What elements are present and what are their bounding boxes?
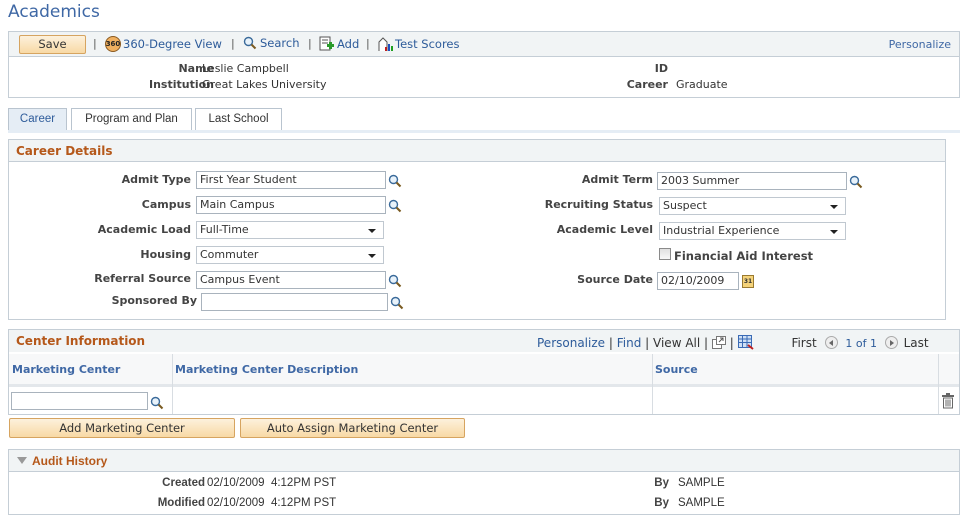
referral-source-lookup-icon[interactable]: [388, 274, 402, 288]
collapse-triangle-icon[interactable]: [17, 457, 27, 464]
separator: |: [645, 336, 650, 350]
campus-lookup-icon[interactable]: [388, 199, 402, 213]
career-details-section: Career Details Admit Type First Year Stu…: [8, 139, 946, 320]
referral-source-input[interactable]: Campus Event: [196, 271, 386, 289]
tab-career[interactable]: Career: [8, 108, 67, 131]
source-date-label: Source Date: [577, 273, 653, 286]
student-header: Name Leslie Campbell Institution Great L…: [8, 57, 960, 98]
sponsored-by-lookup-icon[interactable]: [390, 296, 404, 310]
tab-bar-underline: [8, 130, 960, 133]
delete-row-icon[interactable]: [941, 393, 955, 409]
modified-label: Modified: [157, 497, 205, 509]
created-value: 02/10/2009 4:12PM PST: [207, 477, 337, 489]
academic-level-label: Academic Level: [556, 223, 653, 236]
audit-history-header[interactable]: Audit History: [9, 450, 959, 472]
grid-view-all-link[interactable]: View All: [653, 336, 700, 350]
modified-by-label: By: [654, 497, 669, 509]
personalize-link[interactable]: Personalize: [889, 38, 951, 51]
column-header-marketing-center-description: Marketing Center Description: [172, 354, 652, 387]
search-label: Search: [260, 36, 300, 50]
name-value: Leslie Campbell: [202, 62, 289, 75]
housing-select[interactable]: Commuter: [196, 246, 384, 264]
separator: |: [608, 336, 613, 350]
search-icon: [243, 36, 257, 50]
academic-load-select[interactable]: Full-Time: [196, 221, 384, 239]
tab-last-school[interactable]: Last School: [195, 108, 282, 131]
separator: |: [308, 37, 312, 50]
referral-source-label: Referral Source: [94, 272, 191, 285]
add-document-icon: [319, 36, 334, 51]
created-by-label: By: [654, 477, 669, 489]
column-header-source: Source: [652, 354, 938, 387]
save-button[interactable]: Save: [19, 35, 86, 54]
recruiting-status-select[interactable]: Suspect: [659, 197, 846, 215]
recruiting-status-label: Recruiting Status: [544, 198, 653, 211]
grid-find-link[interactable]: Find: [617, 336, 642, 350]
modified-value: 02/10/2009 4:12PM PST: [207, 497, 337, 509]
first-link[interactable]: First: [791, 336, 816, 350]
360-degree-view-link[interactable]: 360 360-Degree View: [105, 36, 222, 52]
calendar-icon[interactable]: 31: [742, 275, 754, 288]
financial-aid-interest-checkbox[interactable]: [659, 248, 671, 260]
sponsored-by-input[interactable]: [201, 293, 388, 311]
grid-navigation: Personalize | Find | View All | | First …: [537, 335, 929, 350]
test-scores-icon: [378, 37, 393, 51]
new-window-icon[interactable]: [711, 336, 726, 349]
career-label: Career: [626, 78, 668, 91]
academic-load-label: Academic Load: [97, 223, 191, 236]
separator: |: [93, 37, 97, 50]
download-to-excel-icon[interactable]: [737, 335, 754, 350]
search-link[interactable]: Search: [243, 36, 300, 50]
campus-label: Campus: [141, 198, 191, 211]
admit-type-lookup-icon[interactable]: [388, 174, 402, 188]
marketing-center-input[interactable]: [11, 392, 148, 410]
academic-level-select[interactable]: Industrial Experience: [659, 222, 846, 240]
add-label: Add: [337, 37, 360, 51]
separator: |: [231, 37, 235, 50]
grid-personalize-link[interactable]: Personalize: [537, 336, 605, 350]
audit-history-title: Audit History: [32, 454, 108, 468]
source-date-input[interactable]: 02/10/2009: [657, 272, 739, 290]
center-information-section: Center Information Personalize | Find | …: [8, 329, 960, 415]
created-by-value: SAMPLE: [678, 477, 725, 489]
previous-row-icon[interactable]: [824, 336, 838, 349]
separator: |: [704, 336, 709, 350]
career-details-title: Career Details: [9, 140, 945, 162]
test-scores-label: Test Scores: [395, 37, 460, 51]
column-header-marketing-center: Marketing Center: [9, 354, 172, 387]
pager-text: 1 of 1: [845, 337, 877, 350]
auto-assign-marketing-center-button[interactable]: Auto Assign Marketing Center: [240, 418, 465, 438]
admit-term-label: Admit Term: [581, 173, 653, 186]
audit-history-section: Audit History Created 02/10/2009 4:12PM …: [8, 449, 960, 515]
tab-program-and-plan[interactable]: Program and Plan: [71, 108, 192, 131]
housing-label: Housing: [140, 248, 191, 261]
next-row-icon[interactable]: [884, 336, 898, 349]
separator: |: [729, 336, 734, 350]
add-marketing-center-button[interactable]: Add Marketing Center: [9, 418, 235, 438]
last-link[interactable]: Last: [904, 336, 929, 350]
sponsored-by-label: Sponsored By: [111, 294, 197, 307]
financial-aid-interest-label: Financial Aid Interest: [674, 249, 814, 263]
created-label: Created: [162, 477, 205, 489]
separator: |: [366, 37, 370, 50]
test-scores-link[interactable]: Test Scores: [377, 36, 460, 52]
career-value: Graduate: [676, 78, 728, 91]
institution-value: Great Lakes University: [202, 78, 327, 91]
360-icon: 360: [105, 36, 121, 52]
admit-type-label: Admit Type: [121, 173, 191, 186]
campus-input[interactable]: Main Campus: [196, 196, 386, 214]
admit-term-lookup-icon[interactable]: [849, 175, 863, 189]
id-label: ID: [654, 62, 668, 75]
360-degree-view-label: 360-Degree View: [123, 37, 222, 51]
add-link[interactable]: Add: [319, 36, 359, 52]
column-header-delete: [938, 354, 959, 387]
modified-by-value: SAMPLE: [678, 497, 725, 509]
page-title: Academics: [8, 2, 100, 22]
marketing-center-lookup-icon[interactable]: [150, 396, 164, 410]
admit-type-input[interactable]: First Year Student: [196, 171, 386, 189]
toolbar: Save | 360 360-Degree View | Search | Ad…: [8, 31, 960, 57]
admit-term-input[interactable]: 2003 Summer: [657, 172, 847, 190]
